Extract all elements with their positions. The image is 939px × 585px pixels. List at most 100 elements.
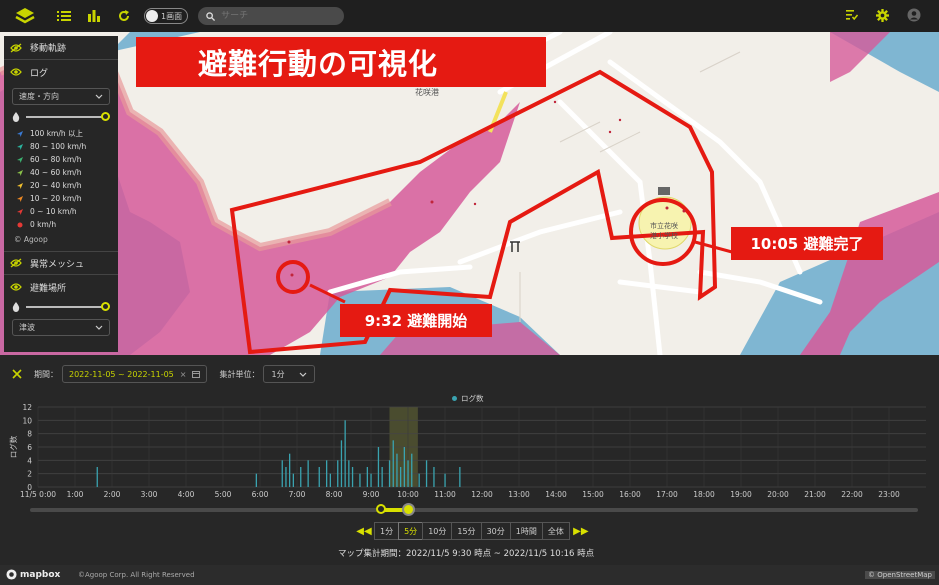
data-bar: [348, 460, 350, 487]
chevron-down-icon: [299, 372, 307, 377]
speed-legend-item: 20 ~ 40 km/h: [4, 179, 118, 192]
x-tick-label: 5:00: [215, 490, 232, 499]
search-box[interactable]: [198, 7, 345, 25]
period-label: 期間：: [34, 369, 58, 379]
layer-log[interactable]: ログ: [4, 60, 118, 84]
interval-button[interactable]: 30分: [480, 522, 511, 540]
x-tick-label: 15:00: [582, 490, 604, 499]
y-tick-label: 8: [27, 430, 32, 439]
speed-legend-item: 10 ~ 20 km/h: [4, 192, 118, 205]
close-icon[interactable]: [12, 369, 22, 379]
data-bar: [359, 473, 361, 487]
log-count-chart[interactable]: 02468101211/5 0:00 1:00 2:00 3:00 4:00 5:00 6:…: [0, 395, 939, 505]
data-bar: [300, 467, 302, 487]
speed-legend-item: 40 ~ 60 km/h: [4, 166, 118, 179]
evacuation-complete-label: 10:05 避難完了: [731, 227, 883, 260]
x-tick-label: 18:00: [693, 490, 715, 499]
rewind-icon[interactable]: ◀◀: [353, 526, 375, 537]
data-bar: [318, 467, 320, 487]
layer-panel: 移動軌跡 ログ 速度・方向 100 km/h 以上 80 ~ 100 km/h 60…: [4, 36, 118, 352]
data-bar: [444, 473, 446, 487]
single-screen-toggle[interactable]: 1画面: [144, 8, 189, 24]
agoop-credit: © Agoop: [14, 235, 48, 244]
interval-button[interactable]: 1時間: [509, 522, 543, 540]
log-mode-select[interactable]: 速度・方向: [12, 88, 110, 105]
shelter-type-select[interactable]: 津波: [12, 319, 110, 336]
x-tick-label: 7:00: [289, 490, 306, 499]
unit-value: 1分: [271, 369, 285, 379]
speed-legend-item: 80 ~ 100 km/h: [4, 140, 118, 153]
direction-arrow-icon: [17, 208, 23, 215]
search-input[interactable]: [221, 11, 332, 21]
interval-button[interactable]: 5分: [398, 522, 424, 540]
y-tick-label: 12: [22, 403, 32, 412]
layer-anomaly-mesh[interactable]: 異常メッシュ: [4, 251, 118, 275]
unit-label: 集計単位：: [219, 369, 260, 379]
x-tick-label: 20:00: [767, 490, 789, 499]
time-series-panel: 期間： 2022-11-05 ~ 2022-11-05 × 集計単位： 1分 ロ…: [0, 355, 939, 565]
title-banner: 避難行動の可視化: [136, 37, 546, 87]
interval-button[interactable]: 10分: [422, 522, 453, 540]
x-tick-label: 14:00: [545, 490, 567, 499]
data-bar: [292, 473, 294, 487]
interval-button[interactable]: 全体: [541, 522, 570, 540]
place-label: 花咲港: [415, 88, 439, 97]
x-tick-label: 17:00: [656, 490, 678, 499]
data-bar: [403, 447, 405, 487]
data-bar: [377, 447, 380, 487]
evacuation-start-label: 9:32 避難開始: [340, 304, 492, 337]
eye-icon[interactable]: [10, 67, 22, 77]
bar-chart-icon[interactable]: [86, 8, 102, 24]
slider-knob[interactable]: [101, 302, 110, 311]
data-bar: [392, 440, 394, 487]
clear-icon[interactable]: ×: [180, 370, 187, 379]
data-bar: [351, 467, 354, 487]
x-tick-label: 2:00: [104, 490, 121, 499]
data-bar: [433, 467, 435, 487]
x-tick-label: 23:00: [878, 490, 900, 499]
gear-icon[interactable]: [876, 8, 889, 22]
eye-off-icon[interactable]: [10, 258, 22, 268]
eye-off-icon[interactable]: [10, 42, 22, 53]
range-start-handle[interactable]: [376, 504, 386, 514]
data-bar: [337, 460, 339, 487]
speed-legend-label: 80 ~ 100 km/h: [30, 142, 87, 151]
data-bar: [425, 460, 428, 487]
x-tick-label: 9:00: [363, 490, 380, 499]
range-end-handle[interactable]: [402, 503, 415, 516]
interval-button-group: 1分 5分 10分 15分 30分 1時間 全体: [374, 522, 570, 540]
slider-track[interactable]: [26, 302, 110, 311]
eye-icon[interactable]: [10, 282, 22, 292]
chevron-down-icon: [95, 94, 103, 99]
y-axis-label: ログ数: [8, 435, 18, 458]
data-bar: [329, 473, 331, 487]
data-bar: [307, 460, 309, 487]
layer-movement-trace[interactable]: 移動軌跡: [4, 36, 118, 60]
calendar-icon[interactable]: [192, 370, 201, 378]
time-range-slider[interactable]: [30, 503, 918, 516]
speed-legend-label: 0 km/h: [30, 220, 57, 229]
refresh-icon[interactable]: [116, 8, 132, 24]
mapbox-text: mapbox: [20, 569, 61, 580]
search-icon: [206, 11, 216, 21]
interval-button[interactable]: 1分: [374, 522, 400, 540]
log-opacity-slider[interactable]: [4, 109, 118, 125]
data-bar: [400, 467, 402, 487]
speed-legend-item: 60 ~ 80 km/h: [4, 153, 118, 166]
fast-forward-icon[interactable]: ▶▶: [570, 526, 592, 537]
speed-legend-label: 100 km/h 以上: [30, 129, 84, 138]
interval-button[interactable]: 15分: [451, 522, 482, 540]
account-icon[interactable]: [907, 8, 921, 22]
aggregation-unit-select[interactable]: 1分: [263, 365, 315, 383]
slider-track[interactable]: [26, 112, 110, 121]
x-tick-label: 13:00: [508, 490, 530, 499]
data-bar: [381, 467, 383, 487]
checklist-icon[interactable]: [846, 10, 858, 20]
shelter-opacity-slider[interactable]: [4, 299, 118, 315]
list-icon[interactable]: [56, 8, 72, 24]
date-range-picker[interactable]: 2022-11-05 ~ 2022-11-05 ×: [62, 365, 208, 383]
toggle-knob: [146, 10, 158, 22]
slider-knob[interactable]: [101, 112, 110, 121]
layer-shelter[interactable]: 避難場所: [4, 275, 118, 299]
osm-attribution[interactable]: © OpenStreetMap: [865, 571, 935, 579]
